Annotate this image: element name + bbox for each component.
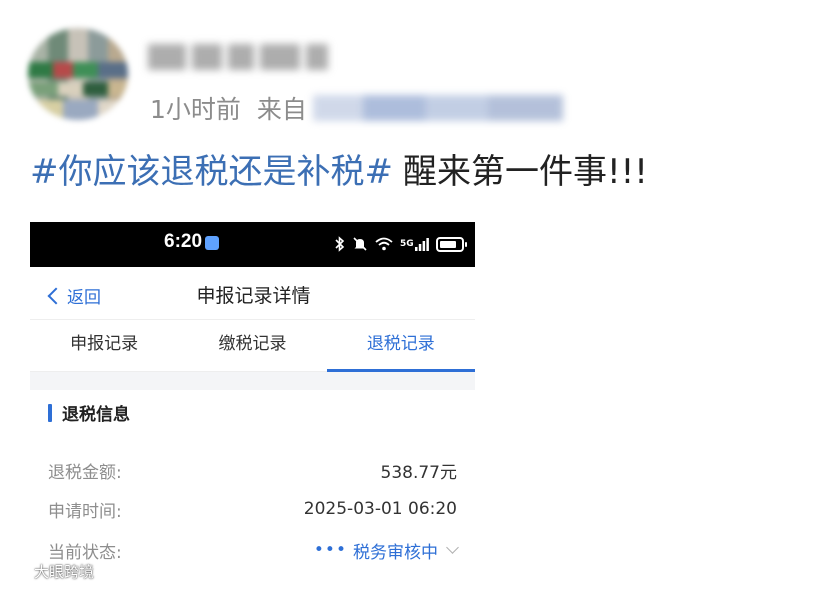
embedded-screenshot[interactable]: 6:20 5G 返回 申报记录详情 申报记录 缴税记录 退税记录 退税信息 退税…: [30, 222, 475, 589]
mute-icon: [352, 236, 368, 252]
network-label: 5G: [400, 239, 414, 249]
post-body: 醒来第一件事!!!: [402, 152, 648, 192]
phone-nav-bar: 返回 申报记录详情: [30, 267, 475, 320]
phone-status-bar: 6:20 5G: [30, 222, 475, 267]
app-badge-icon: [205, 236, 219, 250]
tab-refund-records[interactable]: 退税记录: [326, 319, 475, 372]
status-time: 6:20: [164, 231, 203, 252]
tab-declaration-records[interactable]: 申报记录: [30, 319, 178, 371]
5g-signal-icon: 5G: [400, 237, 429, 251]
battery-icon: [435, 236, 467, 252]
section-title: 退税信息: [62, 405, 130, 425]
username-blurred[interactable]: [148, 40, 328, 74]
section-divider: [30, 372, 475, 390]
field-label: 申请时间:: [48, 501, 122, 522]
hashtag-link[interactable]: #你应该退税还是补税#: [30, 152, 393, 192]
field-row-apply-time: 申请时间: 2025-03-01 06:20: [48, 494, 457, 524]
wifi-icon: [375, 237, 393, 251]
watermark-text: 大眼跨境: [34, 563, 95, 581]
status-text: 税务审核中: [353, 542, 438, 563]
watermark: 大眼跨境: [8, 561, 94, 582]
field-value: 538.77元: [380, 462, 457, 483]
tab-payment-records[interactable]: 缴税记录: [178, 319, 326, 371]
weibo-logo-icon: [8, 563, 29, 580]
ellipsis-icon: •••: [313, 540, 347, 560]
post-source-prefix: 来自: [256, 95, 307, 124]
post-meta: 1小时前 来自: [150, 88, 563, 128]
field-label: 当前状态:: [48, 542, 122, 563]
tab-bar: 申报记录 缴税记录 退税记录: [30, 319, 475, 372]
status-value[interactable]: ••• 税务审核中: [313, 538, 459, 563]
field-row-status[interactable]: 当前状态: ••• 税务审核中: [48, 535, 459, 565]
bluetooth-icon: [335, 236, 345, 252]
field-row-refund-amount: 退税金额: 538.77元: [48, 455, 457, 485]
post-text: #你应该退税还是补税# 醒来第一件事!!!: [30, 150, 648, 194]
section-header: 退税信息: [48, 400, 130, 425]
avatar[interactable]: [28, 28, 128, 120]
post-source-blurred[interactable]: [312, 95, 563, 121]
field-value: 2025-03-01 06:20: [303, 499, 457, 519]
section-accent-bar: [48, 403, 52, 422]
page-title: 申报记录详情: [196, 285, 311, 307]
field-label: 退税金额:: [48, 462, 122, 483]
chevron-down-icon: [446, 541, 459, 554]
post-time: 1小时前: [150, 95, 241, 124]
